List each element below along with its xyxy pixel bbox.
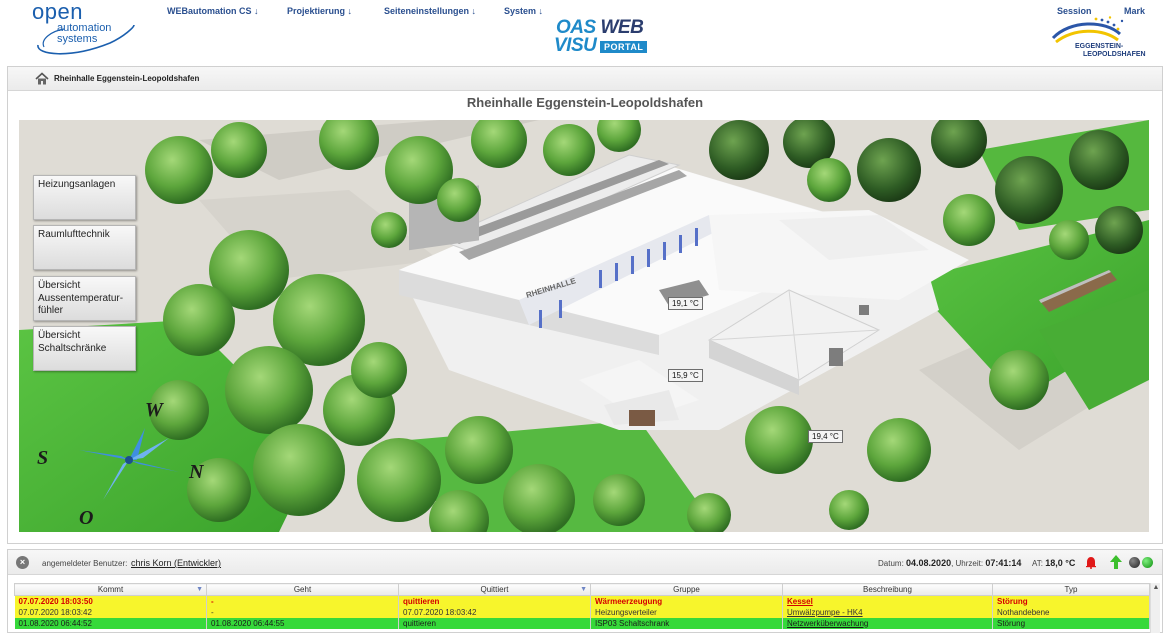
table-header-row: Kommt ▼ Geht Quittiert ▼ Gruppe Beschreibu… (14, 583, 1150, 596)
oas-logo[interactable]: open automation systems (30, 0, 140, 59)
compass-w: W (145, 399, 164, 421)
sort-down-icon[interactable]: ▼ (580, 586, 587, 593)
brand-visu: VISU (554, 35, 597, 56)
alarm-panel: × angemeldeter Benutzer: chris Korn (Ent… (7, 549, 1163, 633)
table-row[interactable]: 07.07.2020 18:03:42 - 07.07.2020 18:03:4… (14, 606, 1150, 618)
brand-portal: PORTAL (600, 41, 648, 53)
eggenstein-emblem-icon (1051, 16, 1124, 44)
cell-quittieren-link[interactable]: quittieren (398, 595, 591, 607)
arrow-up-icon[interactable] (1110, 555, 1122, 569)
page-title: Rheinhalle Eggenstein-Leopoldshafen (466, 95, 704, 110)
nav-projektierung[interactable]: Projektierung ↓ (287, 6, 352, 16)
temperature-readout-2[interactable]: 15,9 °C (668, 369, 703, 382)
col-beschreibung[interactable]: Beschreibung (782, 583, 993, 596)
status-bar: × angemeldeter Benutzer: chris Korn (Ent… (8, 550, 1162, 575)
table-row[interactable]: 01.08.2020 06:44:52 01.08.2020 06:44:55 … (14, 617, 1150, 629)
header: open automation systems WEBautomation CS… (0, 0, 1170, 62)
cell-quittieren-link[interactable]: quittieren (398, 617, 591, 629)
user-name-link[interactable]: chris Korn (Entwickler) (131, 558, 221, 568)
datum-value: 04.08.2020 (906, 558, 952, 568)
compass-o: O (79, 507, 93, 529)
temperature-readout-1[interactable]: 19,1 °C (668, 297, 703, 310)
status-led-grey-icon (1129, 557, 1140, 568)
compass-s: S (37, 447, 48, 469)
col-typ[interactable]: Typ (992, 583, 1150, 596)
cell-beschreibung-link[interactable]: Netzwerküberwachung (782, 617, 993, 629)
datetime-readout: Datum: 04.08.2020, Uhrzeit: 07:41:14 AT:… (878, 558, 1076, 568)
eggenstein-line1: EGGENSTEIN- (1075, 43, 1124, 50)
sort-down-icon[interactable]: ▼ (196, 586, 203, 593)
eggenstein-line2: LEOPOLDSHAFEN (1083, 51, 1146, 58)
eggenstein-logo: EGGENSTEIN- LEOPOLDSHAFEN (1050, 16, 1150, 61)
cell-kommt: 07.07.2020 18:03:42 (14, 606, 207, 618)
cell-gruppe: Wärmeerzeugung (590, 595, 783, 607)
cell-beschreibung-link[interactable]: Umwälzpumpe - HK4 (782, 606, 993, 618)
cell-kommt: 01.08.2020 06:44:52 (14, 617, 207, 629)
schaltschraenke-button[interactable]: Übersicht Schaltschränke (33, 326, 136, 371)
brand-web: WEB (600, 17, 644, 38)
cell-beschreibung-link[interactable]: Kessel (782, 595, 993, 607)
col-quittiert[interactable]: Quittiert ▼ (398, 583, 591, 596)
cell-kommt: 07.07.2020 18:03:50 (14, 595, 207, 607)
compass-n: N (188, 461, 205, 483)
cell-typ: Störung (992, 595, 1150, 607)
datum-label: Datum: (878, 559, 904, 568)
col-kommt[interactable]: Kommt ▼ (14, 583, 207, 596)
uhrzeit-value: 07:41:14 (985, 558, 1022, 568)
building-render: RHEINHALLE W N S O (19, 120, 1149, 532)
nav-webautomation[interactable]: WEBautomation CS ↓ (167, 6, 259, 16)
logo-line-systems: systems (57, 33, 98, 45)
col-geht[interactable]: Geht (206, 583, 399, 596)
cell-typ: Störung (992, 617, 1150, 629)
nav-session[interactable]: Session (1057, 6, 1092, 16)
aussentemperaturfuehler-button[interactable]: Übersicht Aussentemperatur-fühler (33, 276, 136, 321)
cell-typ: Nothandebene (992, 606, 1150, 618)
nav-system[interactable]: System ↓ (504, 6, 543, 16)
at-label: AT: (1032, 559, 1043, 568)
user-label: angemeldeter Benutzer: (42, 559, 128, 568)
cell-gruppe: Heizungsverteiler (590, 606, 783, 618)
scroll-up-icon[interactable]: ▲ (1152, 584, 1160, 592)
building-3d-view: RHEINHALLE W N S O Heizungsanlagen Rauml… (19, 120, 1149, 532)
cell-quittiert: 07.07.2020 18:03:42 (398, 606, 591, 618)
uhrzeit-label: Uhrzeit: (955, 559, 984, 568)
oas-webvisu-portal-logo: OAS WEB VISU PORTAL (554, 17, 654, 56)
cell-geht: 01.08.2020 06:44:55 (206, 617, 399, 629)
home-icon[interactable] (35, 72, 49, 85)
main-panel: Rheinhalle Eggenstein-Leopoldshafen Rhei… (7, 66, 1163, 544)
raumlufttechnik-button[interactable]: Raumlufttechnik (33, 225, 136, 270)
cell-geht: - (206, 595, 399, 607)
close-icon[interactable]: × (16, 556, 29, 569)
breadcrumb-current[interactable]: Rheinhalle Eggenstein-Leopoldshafen (54, 74, 199, 83)
cell-gruppe: ISP03 Schaltschrank (590, 617, 783, 629)
temperature-readout-3[interactable]: 19,4 °C (808, 430, 843, 443)
table-scrollbar[interactable]: ▲ (1150, 583, 1160, 633)
at-value: 18,0 °C (1045, 558, 1076, 568)
status-led-green-icon (1142, 557, 1153, 568)
col-gruppe[interactable]: Gruppe (590, 583, 783, 596)
alarm-table: Kommt ▼ Geht Quittiert ▼ Gruppe Beschreibu… (14, 583, 1150, 629)
heizungsanlagen-button[interactable]: Heizungsanlagen (33, 175, 136, 220)
nav-seiteneinstellungen[interactable]: Seiteneinstellungen ↓ (384, 6, 476, 16)
nav-mark[interactable]: Mark (1124, 6, 1145, 16)
breadcrumb: Rheinhalle Eggenstein-Leopoldshafen (8, 67, 1162, 91)
alarm-bell-icon[interactable] (1085, 556, 1097, 569)
table-row[interactable]: 07.07.2020 18:03:50 - quittieren Wärmeer… (14, 595, 1150, 607)
cell-geht: - (206, 606, 399, 618)
